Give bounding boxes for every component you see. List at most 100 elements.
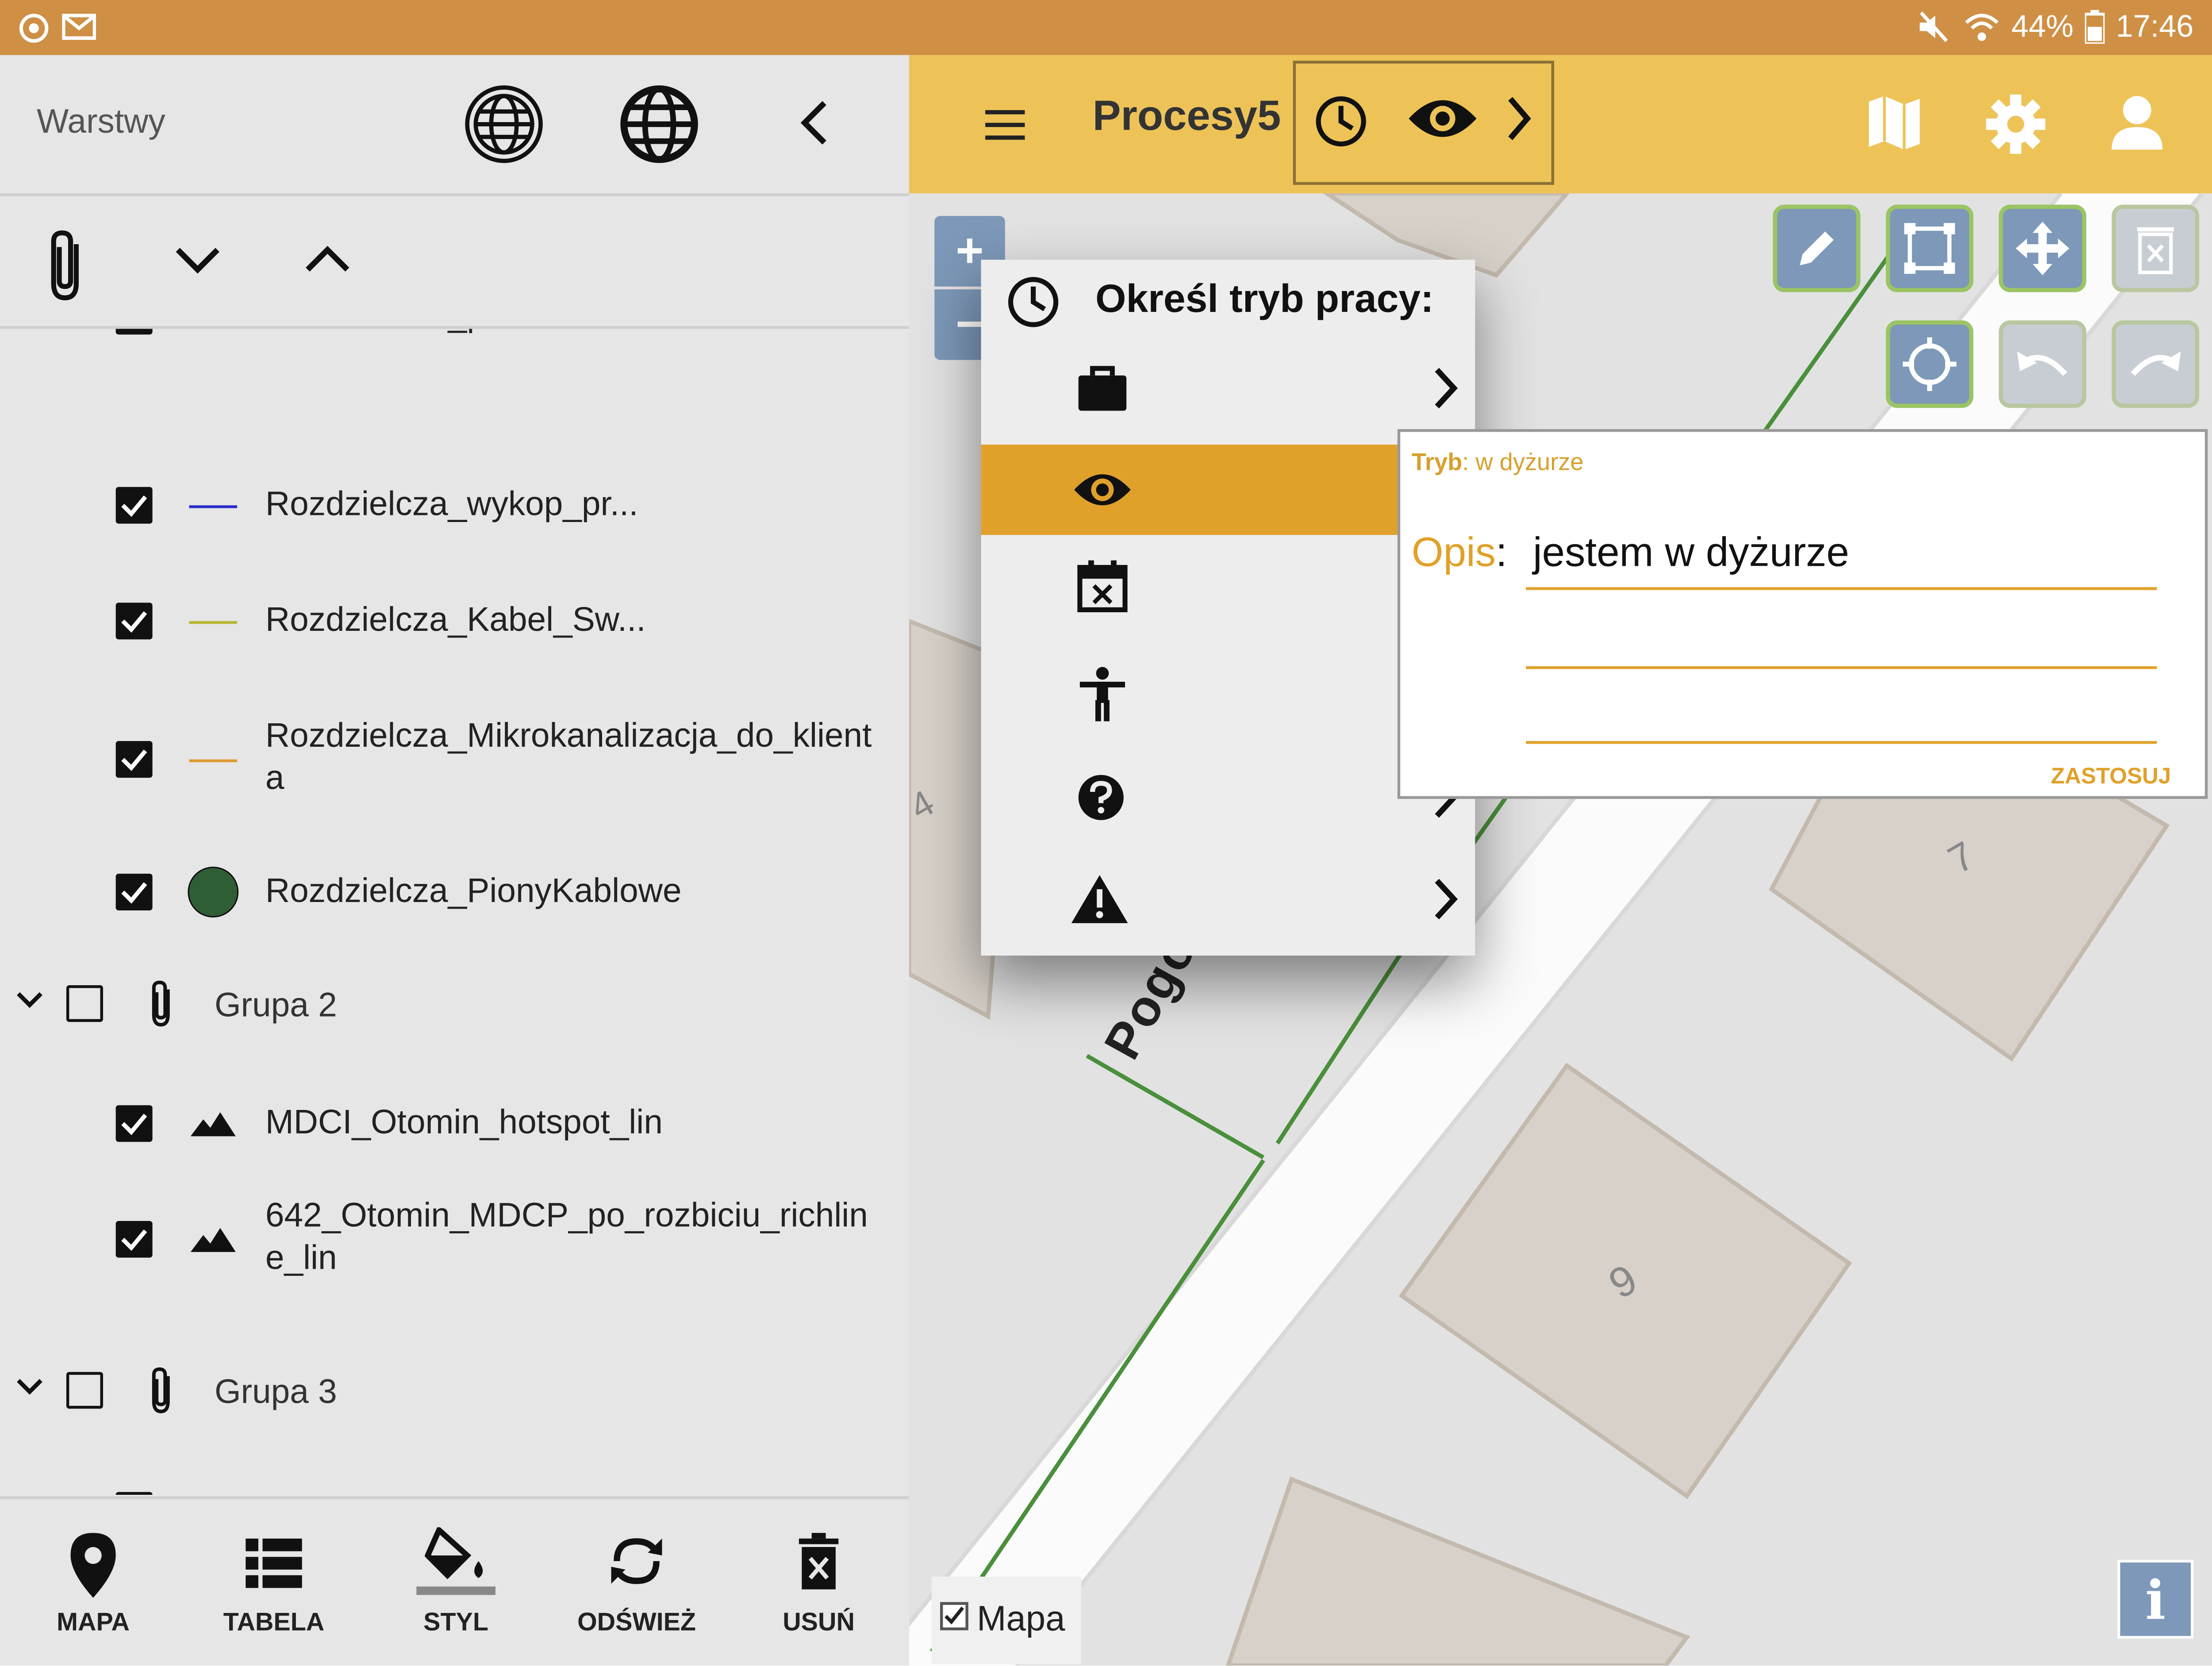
menu-icon[interactable] [983,104,1028,144]
move-button[interactable] [1999,204,2086,292]
layer-checkbox[interactable] [115,603,153,640]
edit-button[interactable] [1773,204,1861,292]
layers-panel: Warstwy Rozdzielcza_wykop_pr... Rozdziel… [0,55,909,1666]
help-icon [1077,774,1125,821]
mode-value: : w dyżurze [1462,449,1584,476]
warning-icon [1068,872,1130,926]
eye-icon [1071,467,1133,512]
app-window: 44% 17:46 Warstwy Rozdzielcza_wykop_pr..… [0,0,2212,1666]
undo-icon [2017,351,2067,376]
mode-label: Tryb [1411,449,1463,476]
redo-icon [2131,351,2181,376]
mapa-button[interactable]: MAPA [8,1499,178,1666]
undo-button[interactable] [1999,320,2086,408]
locate-button[interactable] [1886,320,1974,408]
info-button[interactable]: i [2117,1559,2194,1639]
layer-checkbox[interactable] [115,329,153,335]
redo-button[interactable] [2112,320,2200,408]
mapa-label: MAPA [57,1608,130,1636]
layer-checkbox[interactable] [115,1105,153,1142]
layer-row[interactable]: 642_Otomin_MDCP_po_rozbiciu_richlin e_li… [0,1139,909,1278]
layer-checkbox[interactable] [115,741,153,778]
styl-label: STYL [423,1608,488,1636]
menu-item-work[interactable] [981,345,1475,435]
map-icon[interactable] [1866,93,1923,153]
tabela-button[interactable]: TABELA [189,1499,359,1666]
layer-row[interactable]: Otomin [0,1410,909,1495]
table-icon [246,1538,302,1589]
chevron-right-icon [1430,875,1461,923]
delete-feature-button[interactable] [2112,204,2200,292]
layer-row[interactable]: Rozdzielcza_wykop_pr... [0,405,909,524]
map-pin-icon [68,1530,119,1601]
expand-all-button[interactable] [172,242,223,278]
chevron-right-icon [1430,364,1461,412]
select-area-button[interactable] [1886,204,1974,292]
tabela-label: TABELA [223,1608,325,1636]
eye-icon[interactable] [1406,93,1479,144]
attach-icon[interactable] [42,227,93,303]
styl-button[interactable]: STYL [371,1499,541,1666]
group-row[interactable]: Grupa 2 [0,908,909,1027]
layer-label: MDCI_Otomin_hotspot_lin [265,1104,663,1142]
description-field[interactable]: jestem w dyżurze [1533,531,1849,577]
mail-icon [62,13,96,41]
accessibility-icon [1077,666,1128,723]
base-map-toggle[interactable]: Mapa [931,1577,1082,1664]
layer-checkbox[interactable] [115,1492,153,1495]
status-bar: 44% 17:46 [0,0,2212,55]
trash-icon [2137,227,2174,274]
line-symbol [189,505,238,508]
move-icon [2016,221,2070,276]
attach-icon [147,978,178,1029]
layer-row[interactable]: MDCI_Otomin_hotspot_lin [0,1023,909,1142]
clock-icon [1005,274,1062,330]
layer-row[interactable]: Rozdzielcza_PionyKablowe [0,792,909,917]
line-symbol [189,621,238,624]
apply-button[interactable]: ZASTOSUJ [2051,765,2171,790]
layer-checkbox[interactable] [115,1221,153,1258]
chevron-right-icon[interactable] [1502,93,1536,144]
screen: 44% 17:46 Warstwy Rozdzielcza_wykop_pr..… [0,0,2212,1666]
chevron-down-icon[interactable] [14,1376,45,1399]
layer-list: Rozdzielcza_przeciski... Rozdzielcza_wyk… [0,329,909,1495]
wifi-icon [1963,10,2000,44]
layer-label: 642_Otomin_MDCP_po_rozbiciu_richlin [265,1197,868,1235]
battery-icon [2085,10,2105,44]
globe-icon[interactable] [618,83,700,165]
group-checkbox[interactable] [66,985,103,1022]
battery-percent: 44% [2011,8,2074,44]
layer-row[interactable]: Rozdzielcza_przeciski... [0,329,909,357]
collapse-all-button[interactable] [302,242,353,278]
layer-checkbox[interactable] [115,487,153,524]
raster-icon [188,1224,238,1255]
menu-item-alert[interactable] [981,856,1475,946]
description-colon: : [1495,530,1507,576]
odswiez-button[interactable]: ODŚWIEŻ [552,1499,722,1666]
menu-title: Określ tryb pracy: [1095,276,1434,321]
usun-label: USUŃ [783,1608,855,1636]
usun-button[interactable]: USUŃ [734,1499,903,1666]
select-box-icon [1904,223,1955,274]
description-label-text: Opis [1411,530,1496,576]
layer-checkbox[interactable] [115,874,153,911]
mode-status: Tryb: w dyżurze [1412,449,1584,477]
layer-label: Rozdzielcza_Kabel_Sw... [265,601,646,640]
user-icon[interactable] [2109,93,2166,153]
layers-title: Warstwy [36,103,165,142]
clock-icon[interactable] [1313,93,1369,150]
collapse-panel-button[interactable] [793,97,836,148]
layer-row[interactable]: Rozdzielcza_Mikrokanalizacja_do_klient a [0,637,909,798]
odswiez-label: ODŚWIEŻ [577,1608,696,1636]
wms-globe-icon[interactable] [463,83,545,165]
layer-label: Rozdzielcza_przeciski... [265,329,627,337]
mode-description-card: Tryb: w dyżurze Opis: jestem w dyżurze Z… [1397,429,2208,799]
description-line [1526,666,2157,669]
paint-bucket-icon [425,1527,490,1584]
group-row[interactable]: Grupa 3 [0,1294,909,1413]
chevron-down-icon[interactable] [14,990,45,1012]
gear-icon[interactable] [1985,93,2047,155]
group-checkbox[interactable] [66,1372,103,1409]
layer-row[interactable]: Rozdzielcza_Kabel_Sw... [0,521,909,640]
base-map-checkbox[interactable] [940,1602,968,1631]
